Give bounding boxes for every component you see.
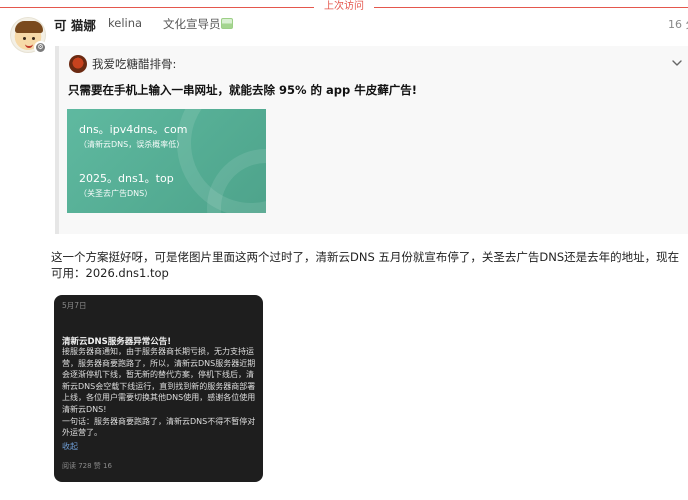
poster-name[interactable]: 可 猫娜 [54, 15, 96, 34]
last-visit-divider: 上次访问 [0, 0, 688, 14]
quoted-image[interactable]: dns。ipv4dns。com （清新云DNS，误杀概率低） 2025。dns1… [67, 109, 266, 213]
poster-title: 文化宣导员 [163, 17, 221, 31]
avatar-mouth [25, 43, 33, 48]
attached-screenshot[interactable]: 5月7日 清新云DNS服务器异常公告! 接服务器商通知，由于服务器商长期亏损，无… [54, 295, 263, 482]
avatar-eye-left [23, 37, 26, 40]
post-date[interactable]: 16 分 [668, 16, 688, 32]
announcement-body: 接服务器商通知，由于服务器商长期亏损，无力支持运营，服务器商要跑路了，所以，清新… [62, 347, 256, 438]
card-line-dns2: 2025。dns1。top [79, 172, 174, 185]
quote-author[interactable]: 我爱吃糖醋排骨: [92, 56, 176, 72]
quote-avatar[interactable] [69, 55, 87, 73]
card-line-dns1-note: （清新云DNS，误杀概率低） [79, 140, 185, 149]
shield-badge-icon: ⚙ [34, 41, 47, 54]
avatar-hair [15, 21, 43, 33]
quote-text: 只需要在手机上输入一串网址，就能去除 95% 的 app 牛皮藓广告! [68, 83, 418, 97]
last-visit-label: 上次访问 [314, 0, 374, 14]
poster-username[interactable]: kelina [108, 16, 142, 30]
avatar-eye-right [32, 37, 35, 40]
screenshot-date: 5月7日 [62, 301, 87, 310]
card-line-dns1: dns。ipv4dns。com [79, 123, 188, 136]
chevron-down-icon[interactable] [670, 56, 684, 70]
screenshot-stats: 阅读 728 赞 16 [62, 462, 112, 470]
card-line-dns2-note: （关圣去广告DNS） [79, 189, 153, 198]
quote-block: 我爱吃糖醋排骨: 只需要在手机上输入一串网址，就能去除 95% 的 app 牛皮… [55, 46, 688, 234]
post-body: 这一个方案挺好呀，可是佬图片里面这两个过时了，清新云DNS 五月份就宣布停了，关… [51, 250, 680, 280]
flair-icon [221, 18, 233, 29]
collapse-link: 收起 [62, 442, 78, 451]
topic-post: 上次访问 ⚙ 可 猫娜 kelina 文化宣导员 16 分 我爱吃糖醋排骨: 只… [0, 0, 688, 500]
